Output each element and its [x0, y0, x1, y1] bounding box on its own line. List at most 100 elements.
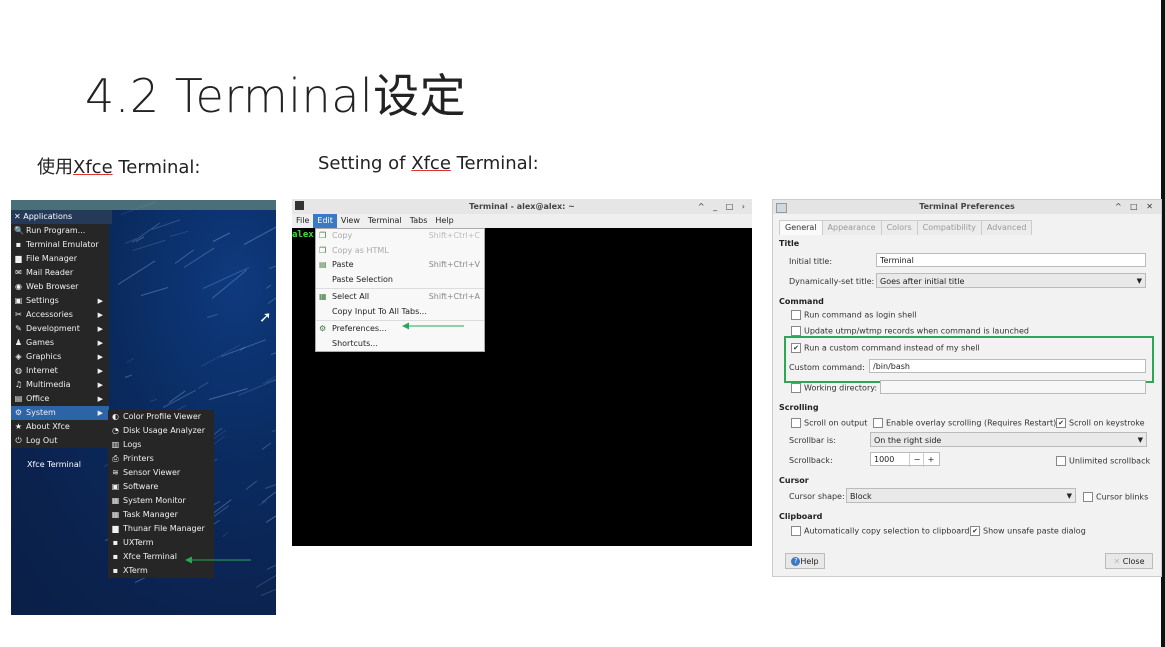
- tab-advanced[interactable]: Advanced: [981, 220, 1033, 235]
- menu-item-mail-reader[interactable]: ✉ Mail Reader: [11, 266, 109, 280]
- dynamic-title-select[interactable]: Goes after initial title ▼: [876, 273, 1146, 288]
- login-shell-option[interactable]: Run command as login shell: [791, 310, 917, 320]
- close-button[interactable]: ✕ Close: [1105, 553, 1153, 569]
- menu-item-software[interactable]: ▣ Software: [108, 480, 214, 494]
- checkbox-unchecked-icon[interactable]: [1083, 492, 1093, 502]
- menu-item-about-xfce[interactable]: ★ About Xfce: [11, 420, 109, 434]
- section-cursor: Cursor: [779, 476, 809, 485]
- scrollback-spinner[interactable]: 1000 − +: [870, 452, 940, 466]
- menu-item-system[interactable]: ⚙ System ▶: [11, 406, 109, 420]
- menu-item-system-monitor[interactable]: ▦ System Monitor: [108, 494, 214, 508]
- unsafe-paste-option[interactable]: ✔ Show unsafe paste dialog: [970, 526, 1086, 536]
- menu-item-web-browser[interactable]: ◉ Web Browser: [11, 280, 109, 294]
- checkbox-unchecked-icon[interactable]: [873, 418, 883, 428]
- edit-menu-item-shortcuts[interactable]: Shortcuts...: [316, 337, 484, 352]
- window-controls[interactable]: ^ _ □ ›: [698, 199, 748, 214]
- initial-title-input[interactable]: Terminal: [876, 253, 1146, 267]
- menu-item-thunar-file-manager[interactable]: ▆ Thunar File Manager: [108, 522, 214, 536]
- menu-item-task-manager[interactable]: ▦ Task Manager: [108, 508, 214, 522]
- checkbox-unchecked-icon[interactable]: [791, 326, 801, 336]
- menu-item-office[interactable]: ▤ Office ▶: [11, 392, 109, 406]
- star-trail: [125, 375, 132, 378]
- menu-item-label: Logs: [123, 440, 141, 449]
- checkbox-checked-icon[interactable]: ✔: [791, 343, 801, 353]
- menu-item-log-out[interactable]: ⏻ Log Out: [11, 434, 109, 448]
- chevron-right-icon: ▶: [98, 392, 103, 406]
- tab-colors[interactable]: Colors: [881, 220, 918, 235]
- working-directory-input[interactable]: [880, 380, 1146, 394]
- unlimited-scrollback-option[interactable]: Unlimited scrollback: [1056, 456, 1150, 466]
- menubar-item-terminal[interactable]: Terminal: [364, 214, 406, 228]
- checkbox-unchecked-icon[interactable]: [791, 383, 801, 393]
- cursor-blinks-option[interactable]: Cursor blinks: [1083, 492, 1148, 502]
- edit-menu-item-paste-selection[interactable]: Paste Selection: [316, 273, 484, 288]
- preferences-window-title: Terminal Preferences: [773, 200, 1161, 214]
- overlay-scrolling-option[interactable]: Enable overlay scrolling (Requires Resta…: [873, 418, 1056, 428]
- menu-item-internet[interactable]: ◍ Internet ▶: [11, 364, 109, 378]
- section-scrolling: Scrolling: [779, 403, 819, 412]
- menu-item-run-program[interactable]: 🔍 Run Program...: [11, 224, 109, 238]
- globe-icon: ◉: [14, 280, 23, 294]
- star-trail: [266, 500, 276, 523]
- menu-item-xterm[interactable]: ▪ XTerm: [108, 564, 214, 578]
- checkbox-checked-icon[interactable]: ✔: [1056, 418, 1066, 428]
- applications-button[interactable]: ✕ Applications: [11, 210, 112, 224]
- edit-menu-label: Copy Input To All Tabs...: [332, 307, 427, 316]
- plus-button[interactable]: +: [923, 453, 938, 467]
- edit-menu-item-copy[interactable]: ❐ Copy Shift+Ctrl+C: [316, 229, 484, 244]
- tab-compatibility[interactable]: Compatibility: [917, 220, 982, 235]
- minus-button[interactable]: −: [909, 453, 924, 467]
- menu-item-terminal-emulator[interactable]: ▪ Terminal Emulator: [11, 238, 109, 252]
- checkbox-unchecked-icon[interactable]: [791, 418, 801, 428]
- scrollbar-select[interactable]: On the right side ▼: [870, 432, 1147, 447]
- terminal-prompt: alex: [292, 230, 314, 240]
- menu-item-development[interactable]: ✎ Development ▶: [11, 322, 109, 336]
- menu-item-printers[interactable]: ⎙ Printers: [108, 452, 214, 466]
- cursor-shape-select[interactable]: Block ▼: [846, 488, 1076, 503]
- menu-item-disk-usage-analyzer[interactable]: ◔ Disk Usage Analyzer: [108, 424, 214, 438]
- menubar-item-edit[interactable]: Edit: [313, 214, 337, 228]
- edit-menu-item-select-all[interactable]: ▦ Select All Shift+Ctrl+A: [316, 290, 484, 305]
- menubar-item-tabs[interactable]: Tabs: [406, 214, 432, 228]
- scroll-on-keystroke-option[interactable]: ✔ Scroll on keystroke: [1056, 418, 1145, 428]
- edit-menu-label: Shortcuts...: [332, 339, 378, 348]
- menu-item-games[interactable]: ♟ Games ▶: [11, 336, 109, 350]
- edit-menu-label: Copy as HTML: [332, 246, 389, 255]
- menubar-item-file[interactable]: File: [292, 214, 313, 228]
- menu-item-graphics[interactable]: ◈ Graphics ▶: [11, 350, 109, 364]
- chevron-right-icon: ▶: [98, 294, 103, 308]
- edit-menu-item-copy-as-html[interactable]: ❐ Copy as HTML: [316, 244, 484, 259]
- menu-item-multimedia[interactable]: ♫ Multimedia ▶: [11, 378, 109, 392]
- menu-item-color-profile-viewer[interactable]: ◐ Color Profile Viewer: [108, 410, 214, 424]
- menubar-item-help[interactable]: Help: [431, 214, 457, 228]
- star-trail: [183, 248, 214, 268]
- menu-item-label: Development: [26, 324, 80, 333]
- edit-menu-label: Select All: [332, 292, 369, 301]
- applications-icon: ✕: [14, 212, 23, 221]
- update-utmp-option[interactable]: Update utmp/wtmp records when command is…: [791, 326, 1029, 336]
- menubar-item-view[interactable]: View: [337, 214, 364, 228]
- custom-command-input[interactable]: /bin/bash: [869, 359, 1146, 373]
- star-trail: [207, 314, 218, 318]
- edit-menu-item-copy-input-to-all-tabs[interactable]: Copy Input To All Tabs...: [316, 305, 484, 320]
- checkbox-unchecked-icon[interactable]: [791, 310, 801, 320]
- checkbox-unchecked-icon[interactable]: [791, 526, 801, 536]
- tab-appearance[interactable]: Appearance: [822, 220, 882, 235]
- auto-copy-option[interactable]: Automatically copy selection to clipboar…: [791, 526, 969, 536]
- custom-command-option[interactable]: ✔ Run a custom command instead of my shel…: [791, 343, 980, 353]
- menu-item-sensor-viewer[interactable]: ≋ Sensor Viewer: [108, 466, 214, 480]
- help-button[interactable]: ? Help: [785, 553, 825, 569]
- tab-general[interactable]: General: [779, 220, 823, 235]
- checkbox-checked-icon[interactable]: ✔: [970, 526, 980, 536]
- scroll-on-output-option[interactable]: Scroll on output: [791, 418, 867, 428]
- window-controls[interactable]: ^ □ ✕: [1115, 200, 1156, 214]
- edit-menu-item-paste[interactable]: ▤ Paste Shift+Ctrl+V: [316, 258, 484, 273]
- menu-item-uxterm[interactable]: ▪ UXTerm: [108, 536, 214, 550]
- menu-item-file-manager[interactable]: ▆ File Manager: [11, 252, 109, 266]
- task-icon: ▦: [111, 508, 120, 522]
- menu-item-logs[interactable]: ▥ Logs: [108, 438, 214, 452]
- menu-item-accessories[interactable]: ✂ Accessories ▶: [11, 308, 109, 322]
- working-directory-option[interactable]: Working directory:: [791, 383, 877, 393]
- checkbox-unchecked-icon[interactable]: [1056, 456, 1066, 466]
- menu-item-settings[interactable]: ▣ Settings ▶: [11, 294, 109, 308]
